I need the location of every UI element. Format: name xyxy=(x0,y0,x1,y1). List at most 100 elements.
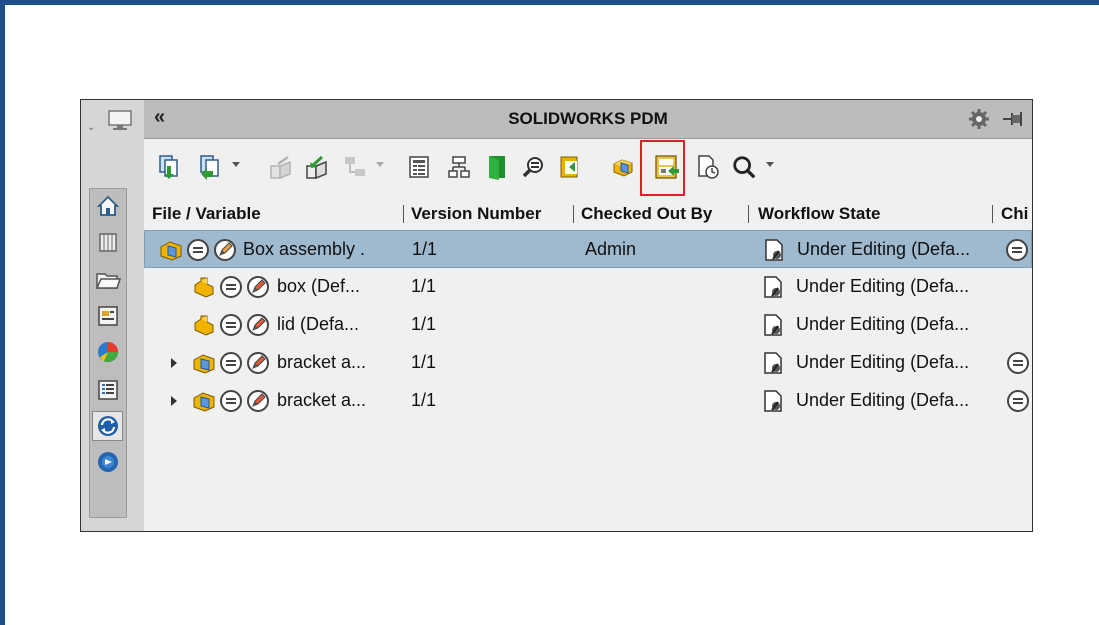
reference-state-icon xyxy=(1007,390,1029,412)
vault-tab[interactable] xyxy=(92,227,123,257)
search-dropdown-arrow[interactable] xyxy=(766,162,774,167)
data-card-button[interactable] xyxy=(406,153,432,181)
monitor-icon[interactable] xyxy=(107,110,133,132)
file-name: Box assembly . xyxy=(243,239,366,259)
change-state-icon xyxy=(345,157,365,176)
home-tab[interactable] xyxy=(92,191,123,221)
pencil-icon xyxy=(247,390,269,412)
table-row[interactable]: Box assembly . 1/1 Admin Under Editing (… xyxy=(144,230,1032,268)
col-version-number[interactable]: Version Number xyxy=(411,204,541,224)
part-icon xyxy=(194,277,214,298)
task-pane-tabs xyxy=(89,188,127,518)
workflow-state: Under Editing (Defa... xyxy=(796,276,970,296)
get-version-dropdown-arrow[interactable] xyxy=(232,162,240,167)
history-button[interactable] xyxy=(695,153,721,181)
version-number: 1/1 xyxy=(411,276,437,296)
expand-arrow-icon[interactable] xyxy=(171,358,177,368)
workflow-state: Under Editing (Defa... xyxy=(796,314,970,334)
check-out-button[interactable] xyxy=(304,153,330,181)
assembly-icon xyxy=(160,241,182,261)
workflow-state-icon xyxy=(764,314,782,336)
col-file-variable[interactable]: File / Variable xyxy=(152,204,261,224)
table-row[interactable]: bracket a... 1/1 Under Editing (Defa... xyxy=(144,344,1032,382)
column-divider[interactable] xyxy=(403,205,404,223)
column-divider[interactable] xyxy=(748,205,749,223)
appearances-tab[interactable] xyxy=(92,337,123,367)
reference-state-icon xyxy=(220,352,242,374)
version-number: 1/1 xyxy=(411,352,437,372)
part-icon xyxy=(194,315,214,336)
workflow-state-icon xyxy=(764,352,782,374)
pane-title: SOLIDWORKS PDM xyxy=(508,109,668,128)
assembly-icon xyxy=(613,159,633,177)
reference-state-icon xyxy=(187,239,209,261)
file-list: Box assembly . 1/1 Admin Under Editing (… xyxy=(144,227,1032,531)
contains-icon xyxy=(448,156,470,178)
globe-icon xyxy=(97,452,118,472)
check-in-button[interactable] xyxy=(268,153,294,181)
column-header: File / Variable Version Number Checked O… xyxy=(144,199,1032,227)
file-explorer-tab[interactable] xyxy=(92,265,123,295)
open-folder-button[interactable] xyxy=(484,153,510,181)
folder-icon xyxy=(95,273,121,289)
column-divider[interactable] xyxy=(992,205,993,223)
pencil-icon xyxy=(214,239,236,261)
file-name: bracket a... xyxy=(277,390,367,410)
pdm-sync-icon xyxy=(97,416,118,436)
pin-icon[interactable] xyxy=(1002,109,1026,129)
workflow-state: Under Editing (Defa... xyxy=(796,390,970,410)
workflow-state-icon xyxy=(764,390,782,412)
search-button[interactable] xyxy=(731,153,757,181)
table-row[interactable]: box (Def... 1/1 Under Editing (Defa... xyxy=(144,268,1032,306)
workflow-state-icon xyxy=(765,239,783,261)
pdm-tab[interactable] xyxy=(92,411,123,441)
table-row[interactable]: lid (Defa... 1/1 Under Editing (Defa... xyxy=(144,306,1032,344)
expand-arrow-icon[interactable] xyxy=(171,396,177,406)
3dexperience-tab[interactable] xyxy=(92,447,123,477)
where-used-button[interactable] xyxy=(520,153,546,181)
title-bar: « SOLIDWORKS PDM xyxy=(144,100,1032,139)
file-name: box (Def... xyxy=(277,276,361,296)
check-in-icon xyxy=(270,155,291,180)
data-card-icon xyxy=(409,156,429,178)
get-latest-button[interactable] xyxy=(156,153,182,181)
col-checked-out-by[interactable]: Checked Out By xyxy=(581,204,712,224)
task-pane-tab-bar: ⌄ xyxy=(81,100,145,531)
col-workflow-state[interactable]: Workflow State xyxy=(758,204,880,224)
col-children[interactable]: Chi xyxy=(1001,204,1028,224)
pencil-icon xyxy=(247,276,269,298)
custom-properties-tab[interactable] xyxy=(92,375,123,405)
where-used-icon xyxy=(522,157,543,178)
highlighted-tool-box xyxy=(640,140,685,196)
reference-state-icon xyxy=(1006,239,1028,261)
assembly-icon xyxy=(193,354,215,374)
change-state-button[interactable] xyxy=(342,153,368,181)
view-palette-tab[interactable] xyxy=(92,301,123,331)
get-latest-icon xyxy=(159,155,178,179)
version-number: 1/1 xyxy=(412,239,438,259)
tab-bar-header: ⌄ xyxy=(81,100,144,138)
reference-state-icon xyxy=(220,390,242,412)
list-view-icon xyxy=(97,380,118,400)
pdm-task-pane: ⌄ « SOLIDWORKS PDM File / Variable Versi… xyxy=(80,99,1033,532)
bom-icon xyxy=(560,156,578,178)
file-name: lid (Defa... xyxy=(277,314,360,334)
open-folder-icon xyxy=(489,156,505,180)
change-state-dropdown-arrow[interactable] xyxy=(376,162,384,167)
reference-state-icon xyxy=(220,314,242,336)
workflow-state-icon xyxy=(764,276,782,298)
contains-button[interactable] xyxy=(446,153,472,181)
pencil-icon xyxy=(247,314,269,336)
column-divider[interactable] xyxy=(573,205,574,223)
reference-state-icon xyxy=(220,276,242,298)
gear-icon[interactable] xyxy=(968,108,990,130)
browser-icon xyxy=(97,306,118,326)
table-row[interactable]: bracket a... 1/1 Under Editing (Defa... xyxy=(144,382,1032,420)
get-version-button[interactable] xyxy=(197,153,223,181)
file-name: bracket a... xyxy=(277,352,367,372)
bom-button[interactable] xyxy=(557,153,583,181)
history-icon xyxy=(698,155,719,179)
assembly-button[interactable] xyxy=(610,153,636,181)
version-number: 1/1 xyxy=(411,390,437,410)
vault-icon xyxy=(98,233,117,252)
